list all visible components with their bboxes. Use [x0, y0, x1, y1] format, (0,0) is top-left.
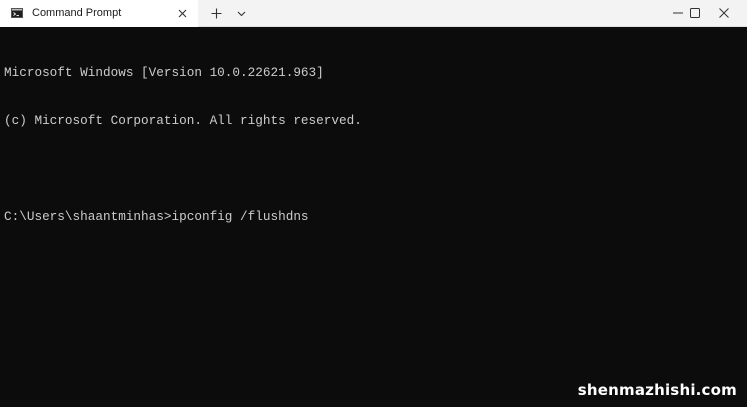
console-command-line[interactable]: C:\Users\shaantminhas>ipconfig /flushdns: [4, 209, 739, 225]
close-tab-icon[interactable]: [176, 7, 189, 20]
terminal-icon: [11, 8, 23, 18]
console-line-version: Microsoft Windows [Version 10.0.22621.96…: [4, 65, 324, 80]
maximize-icon: [690, 8, 700, 18]
close-icon: [719, 8, 729, 18]
watermark: shenmazhishi.com: [577, 381, 737, 399]
command-prompt-window: Command Prompt Microsoft Windows [Versio…: [0, 0, 747, 407]
title-bar: Command Prompt: [0, 0, 747, 27]
tab-command-prompt[interactable]: Command Prompt: [0, 0, 198, 27]
tab-title: Command Prompt: [32, 7, 122, 19]
console-output[interactable]: Microsoft Windows [Version 10.0.22621.96…: [4, 33, 739, 257]
chevron-down-icon[interactable]: [234, 6, 249, 21]
plus-icon[interactable]: [209, 6, 224, 21]
close-window-button[interactable]: [701, 0, 747, 26]
console-line-copyright: (c) Microsoft Corporation. All rights re…: [4, 113, 362, 128]
